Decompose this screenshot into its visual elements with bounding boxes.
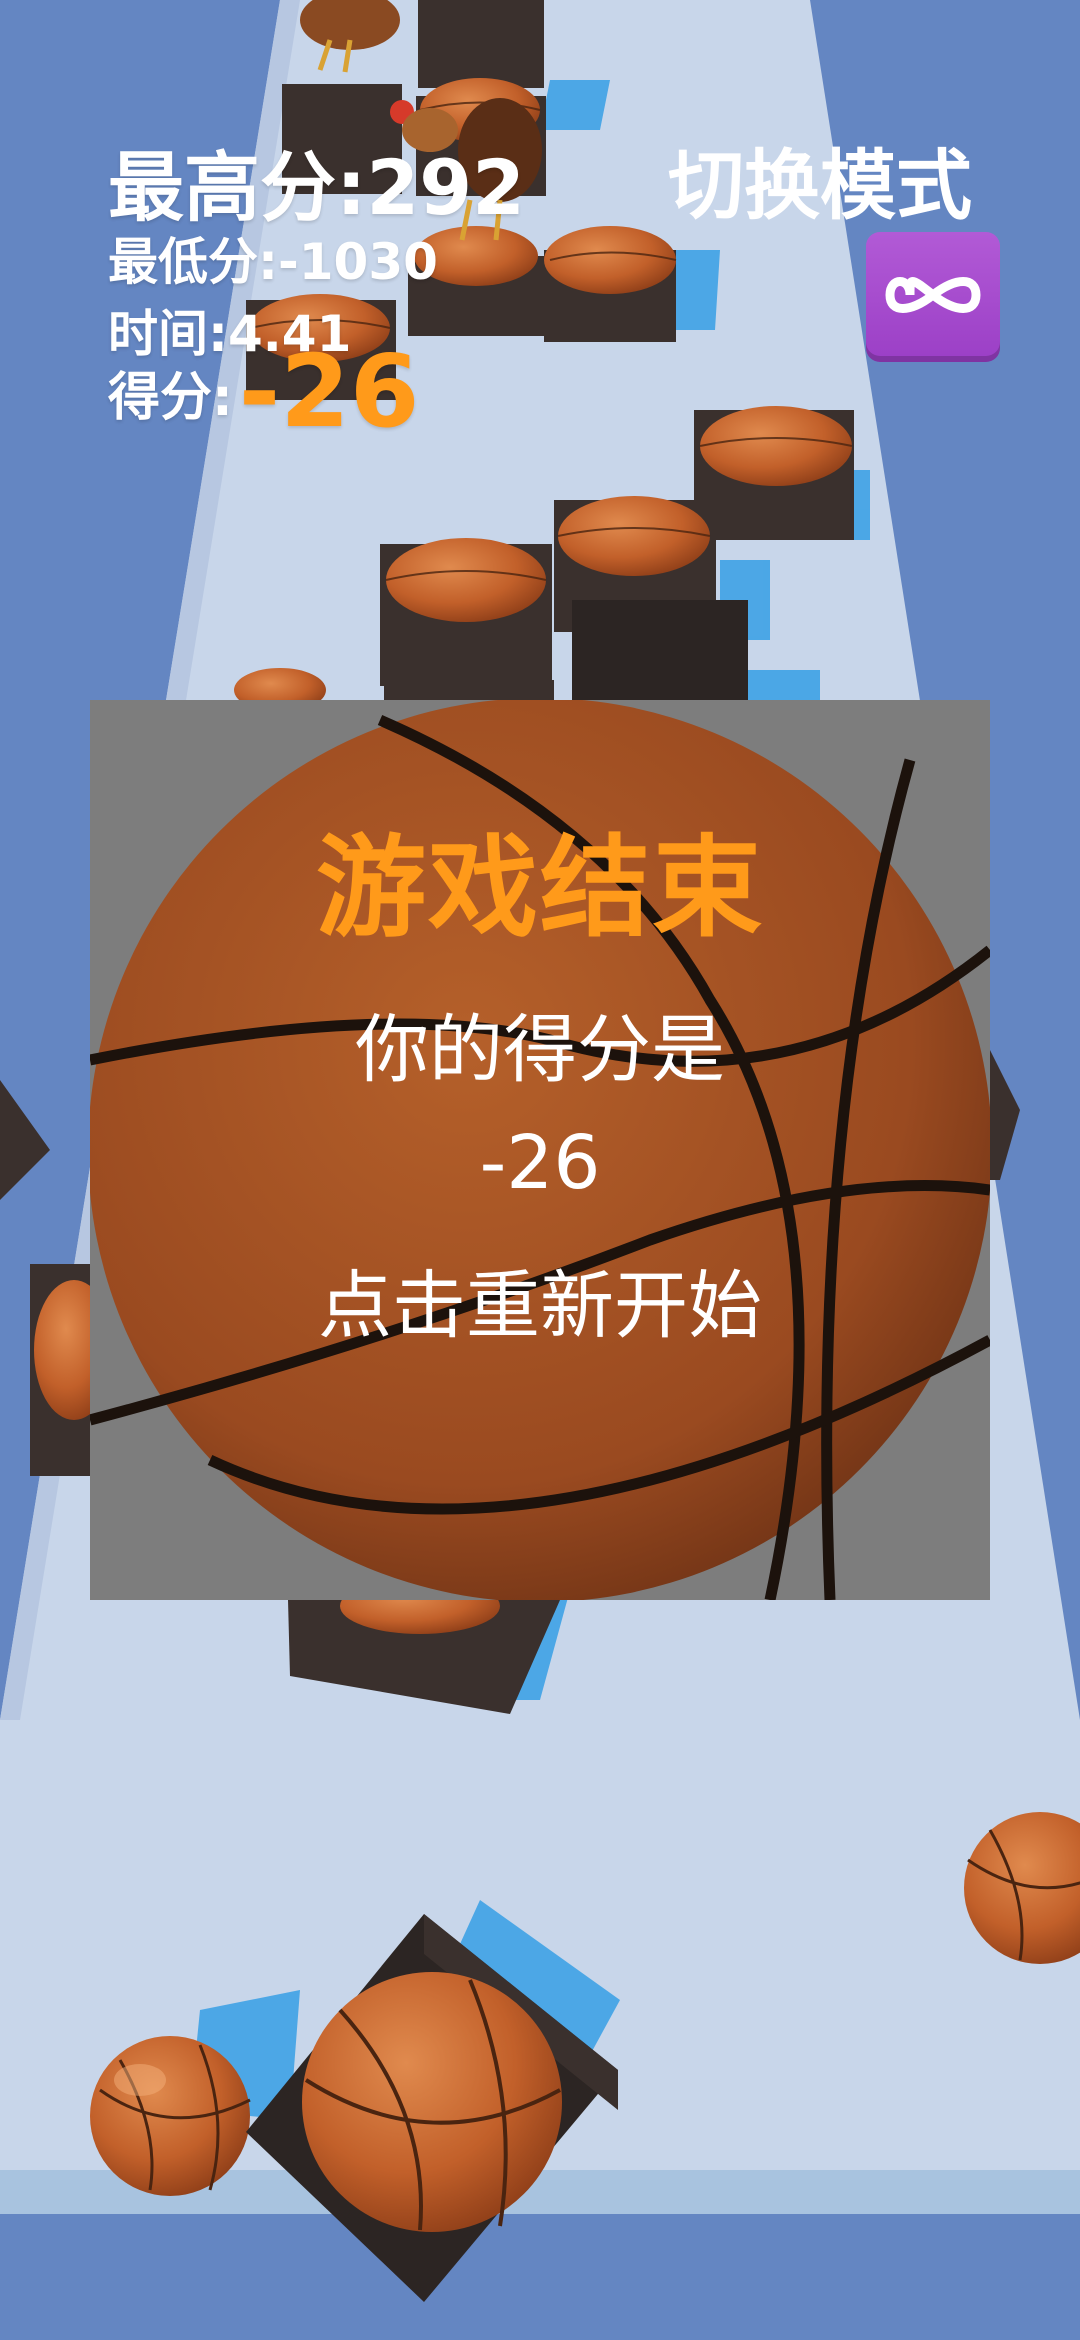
min-score-label: 最低分: <box>108 233 278 291</box>
min-score-value: -1030 <box>278 233 438 291</box>
score-label: 得分: <box>108 367 233 428</box>
game-over-panel[interactable]: 游戏结束 你的得分是 -26 点击重新开始 <box>90 700 990 1600</box>
min-score: 最低分:-1030 <box>108 222 438 294</box>
best-score-value: 292 <box>366 143 526 232</box>
best-score-label: 最高分: <box>108 143 367 232</box>
best-score: 最高分:292 <box>108 126 525 236</box>
final-score-value: -26 <box>479 1120 601 1206</box>
switch-mode-button[interactable]: 切换模式 <box>668 124 972 234</box>
final-score-label: 你的得分是 <box>355 1007 725 1093</box>
infinity-mode-button[interactable] <box>866 232 1000 362</box>
score-value: -26 <box>238 333 420 450</box>
current-score: 得分: -26 <box>108 342 419 442</box>
infinity-icon <box>880 265 986 329</box>
ground-bottom <box>0 2214 1080 2340</box>
restart-prompt[interactable]: 点击重新开始 <box>90 1246 990 1353</box>
basketball-icon <box>90 2036 251 2196</box>
game-over-title: 游戏结束 <box>316 824 764 952</box>
